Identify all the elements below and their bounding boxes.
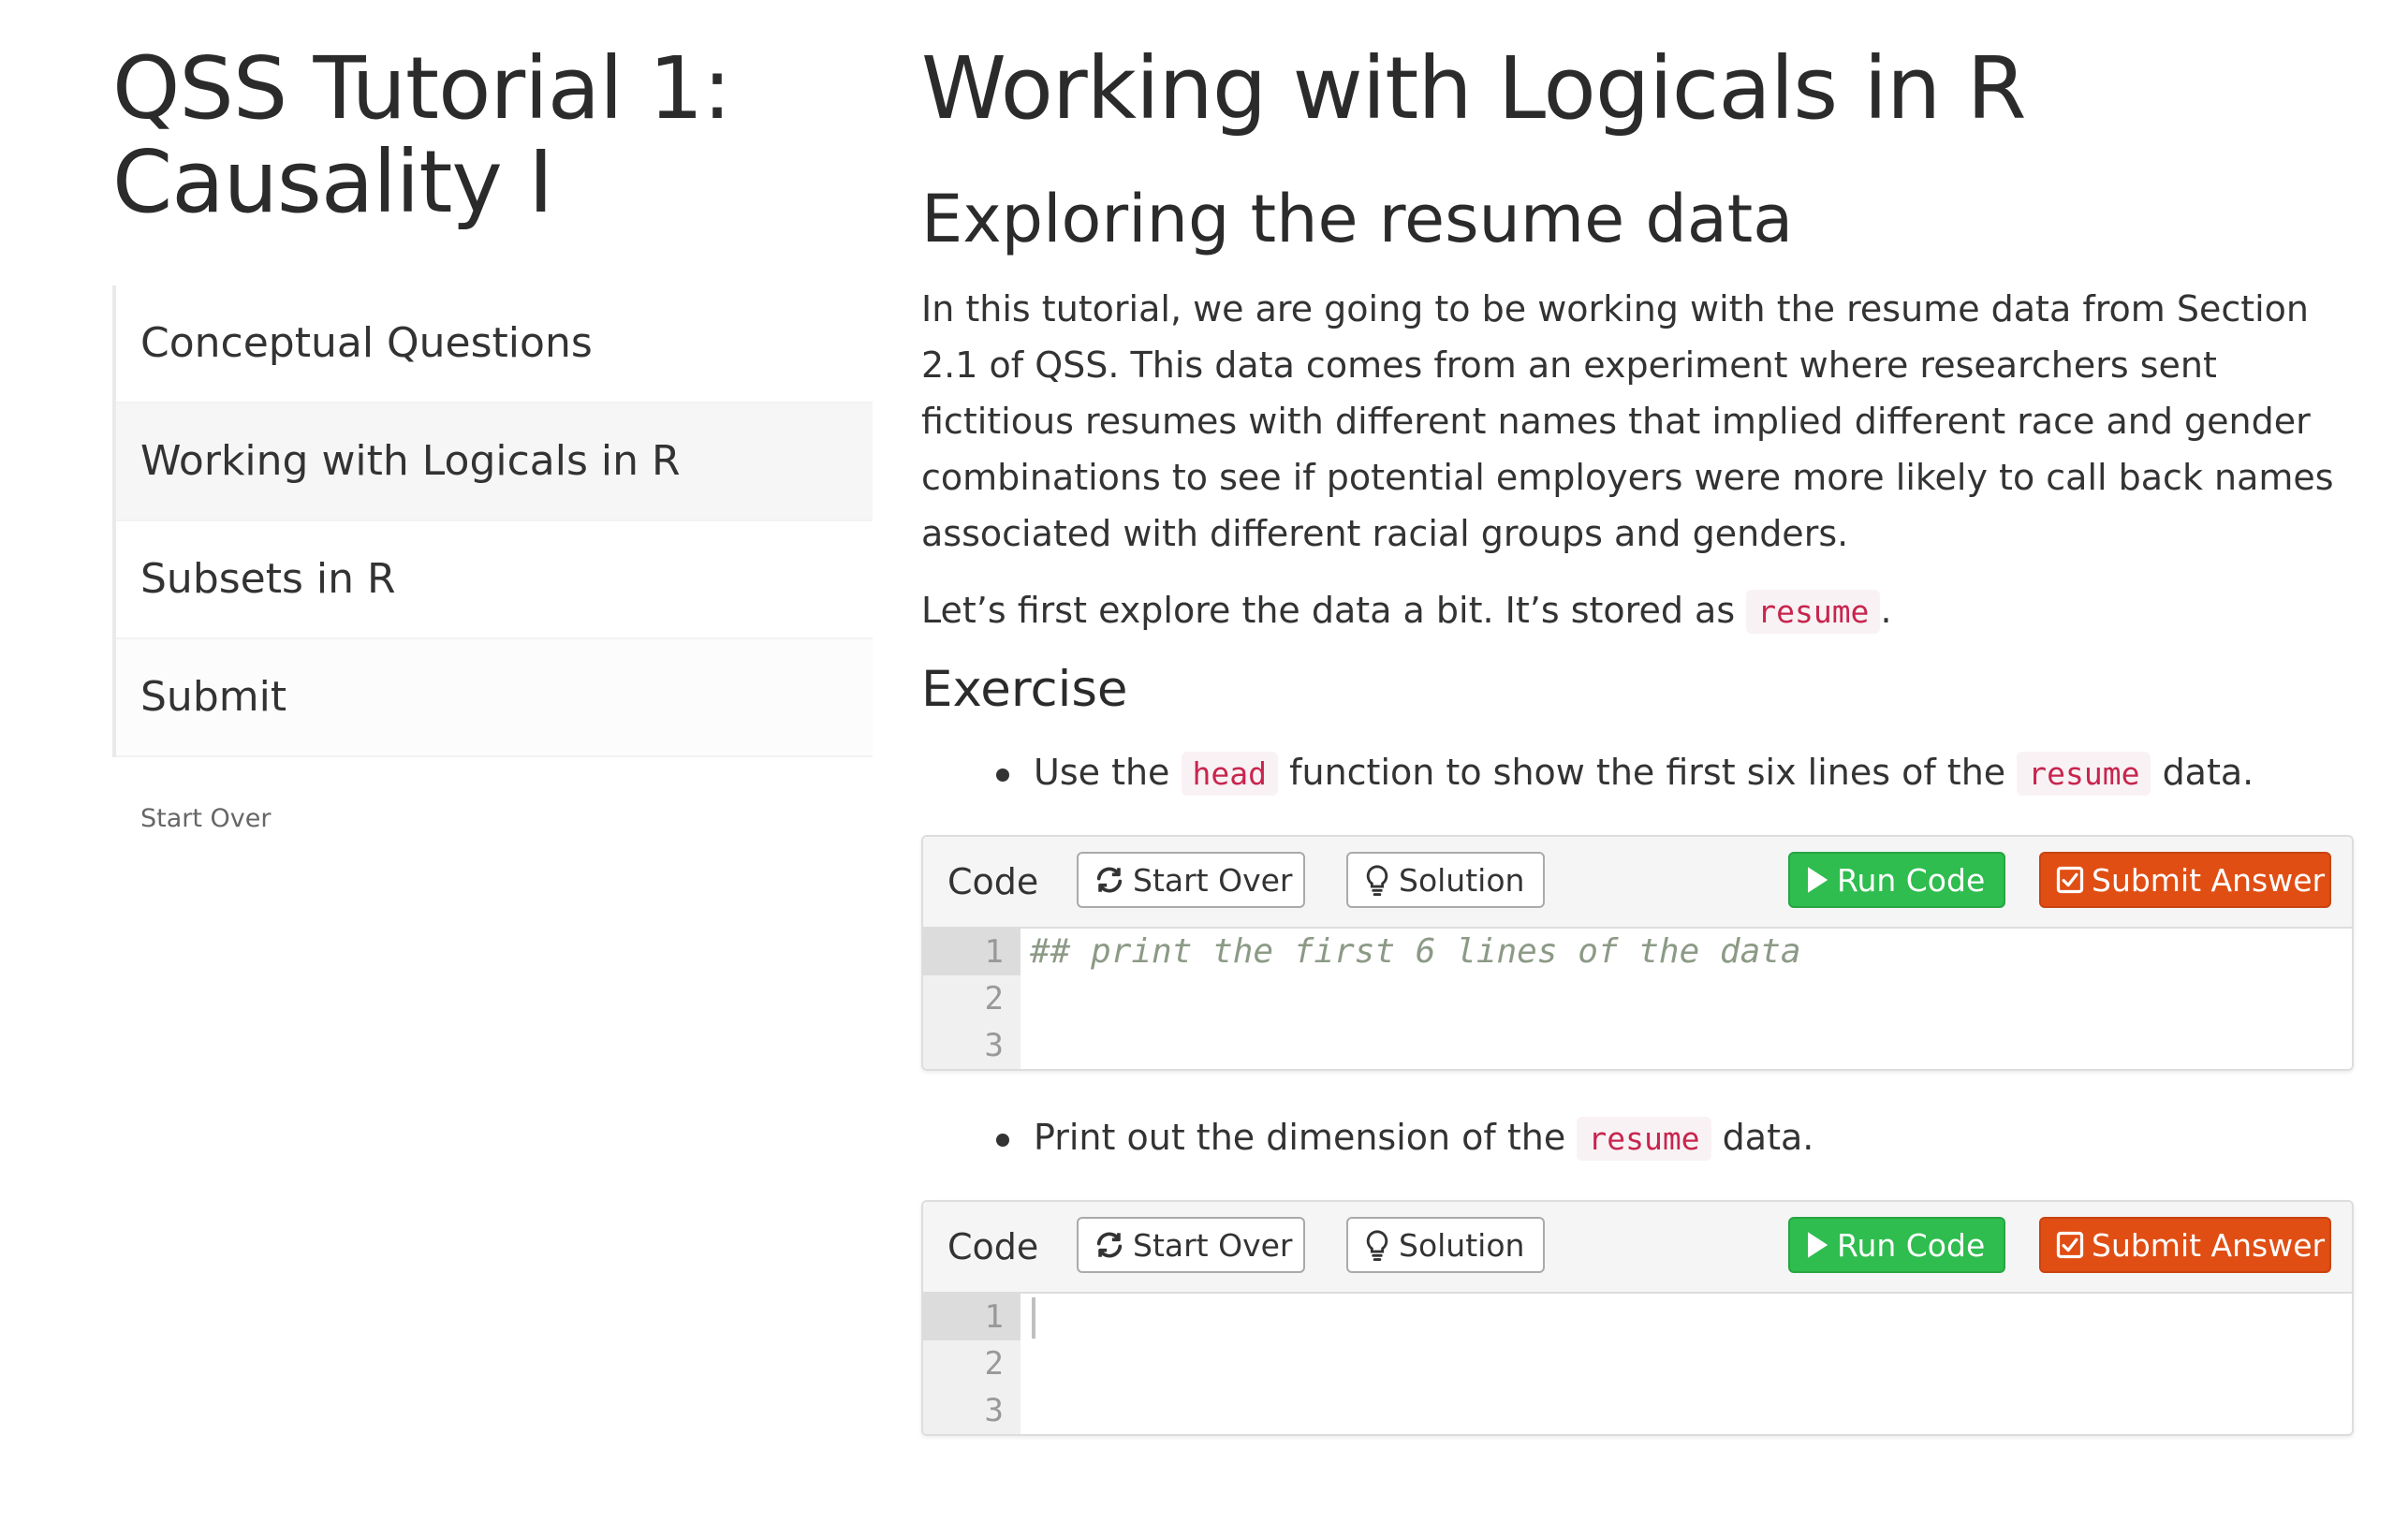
code-editor[interactable]: 1 2 3 ## print the first 6 lines of the … <box>923 929 2352 1069</box>
start-over-link[interactable]: Start Over <box>140 804 873 833</box>
run-code-label: Run Code <box>1837 862 1986 899</box>
topic-working-with-logicals[interactable]: Working with Logicals in R <box>116 403 873 521</box>
refresh-icon <box>1096 1232 1123 1257</box>
instruction-text: Print out the dimension of the <box>1034 1117 1566 1158</box>
exercise-instruction-1: Use the head function to show the first … <box>921 739 2354 807</box>
line-number: 1 <box>923 929 1020 975</box>
solution-button[interactable]: Solution <box>1346 1217 1545 1273</box>
topic-list: Conceptual Questions Working with Logica… <box>112 285 873 757</box>
start-over-button[interactable]: Start Over <box>1077 852 1305 908</box>
checkbox-icon <box>2056 866 2084 893</box>
exercise-toolbar: Code Start Over Solution Run Code Submit… <box>923 1202 2352 1294</box>
bullet-dot <box>996 1134 1009 1147</box>
checkbox-icon <box>2056 1231 2084 1258</box>
solution-label: Solution <box>1399 1227 1525 1264</box>
explore-paragraph: Let’s first explore the data a bit. It’s… <box>921 582 2354 640</box>
line-number: 2 <box>984 980 1004 1017</box>
section-title: Working with Logicals in R <box>921 38 2027 139</box>
refresh-icon <box>1096 867 1123 892</box>
main-content: Working with Logicals in R Exploring the… <box>921 42 2354 1436</box>
subsection-title: Exploring the resume data <box>921 181 1794 257</box>
lightbulb-icon <box>1366 1229 1388 1261</box>
tutorial-title: QSS Tutorial 1: Causality I <box>112 42 873 229</box>
solution-label: Solution <box>1399 862 1525 899</box>
submit-answer-label: Submit Answer <box>2092 1227 2326 1264</box>
exercise-toolbar: Code Start Over Solution Run Code Submit… <box>923 837 2352 929</box>
solution-button[interactable]: Solution <box>1346 852 1545 908</box>
exercise-panel-1: Code Start Over Solution Run Code Submit… <box>921 835 2354 1071</box>
code-label: Code <box>947 1226 1039 1267</box>
text-cursor <box>1032 1297 1035 1339</box>
instruction-text: Use the <box>1034 752 1170 793</box>
submit-answer-button[interactable]: Submit Answer <box>2039 1217 2331 1273</box>
inline-code-resume: resume <box>2017 752 2151 796</box>
start-over-label: Start Over <box>1133 862 1293 899</box>
start-over-button[interactable]: Start Over <box>1077 1217 1305 1273</box>
bullet-dot <box>996 768 1009 782</box>
play-icon <box>1808 1231 1828 1258</box>
code-comment-line: ## print the first 6 lines of the data <box>1030 932 1801 971</box>
run-code-button[interactable]: Run Code <box>1788 852 2005 908</box>
line-number: 2 <box>984 1345 1004 1383</box>
exercise-instruction-2: Print out the dimension of the resume da… <box>921 1105 2354 1172</box>
play-icon <box>1808 866 1828 893</box>
inline-code-head: head <box>1181 752 1279 796</box>
code-input-area[interactable]: ## print the first 6 lines of the data <box>1020 929 2352 1069</box>
explore-text: Let’s first explore the data a bit. It’s… <box>921 590 1736 631</box>
instruction-text: function to show the first six lines of … <box>1289 752 2006 793</box>
start-over-label: Start Over <box>1133 1227 1293 1264</box>
line-number: 1 <box>923 1294 1020 1340</box>
line-number-gutter: 1 2 3 <box>923 929 1020 1069</box>
lightbulb-icon <box>1366 864 1388 896</box>
code-editor[interactable]: 1 2 3 <box>923 1294 2352 1434</box>
page: QSS Tutorial 1: Causality I Conceptual Q… <box>0 0 2408 1537</box>
topic-subsets-in-r[interactable]: Subsets in R <box>116 521 873 639</box>
exercise-heading: Exercise <box>921 661 1128 718</box>
topic-submit[interactable]: Submit <box>116 639 873 757</box>
submit-answer-button[interactable]: Submit Answer <box>2039 852 2331 908</box>
intro-paragraph: In this tutorial, we are going to be wor… <box>921 288 2334 554</box>
tutorial-title-line2: Causality I <box>112 132 553 232</box>
run-code-label: Run Code <box>1837 1227 1986 1264</box>
line-number: 3 <box>984 1392 1004 1429</box>
inline-code-resume: resume <box>1746 590 1881 634</box>
tutorial-title-line1: QSS Tutorial 1: <box>112 38 731 139</box>
run-code-button[interactable]: Run Code <box>1788 1217 2005 1273</box>
exercise-panel-2: Code Start Over Solution Run Code Submit… <box>921 1200 2354 1436</box>
topic-conceptual-questions[interactable]: Conceptual Questions <box>116 285 873 403</box>
inline-code-resume: resume <box>1577 1117 1711 1161</box>
line-number: 3 <box>984 1027 1004 1064</box>
instruction-text: data. <box>1722 1117 1814 1158</box>
line-number-gutter: 1 2 3 <box>923 1294 1020 1434</box>
code-label: Code <box>947 861 1039 902</box>
instruction-text: data. <box>2162 752 2254 793</box>
explore-suffix: . <box>1880 590 1892 631</box>
sidebar: QSS Tutorial 1: Causality I Conceptual Q… <box>112 42 873 833</box>
submit-answer-label: Submit Answer <box>2092 862 2326 899</box>
code-input-area[interactable] <box>1020 1294 2352 1434</box>
